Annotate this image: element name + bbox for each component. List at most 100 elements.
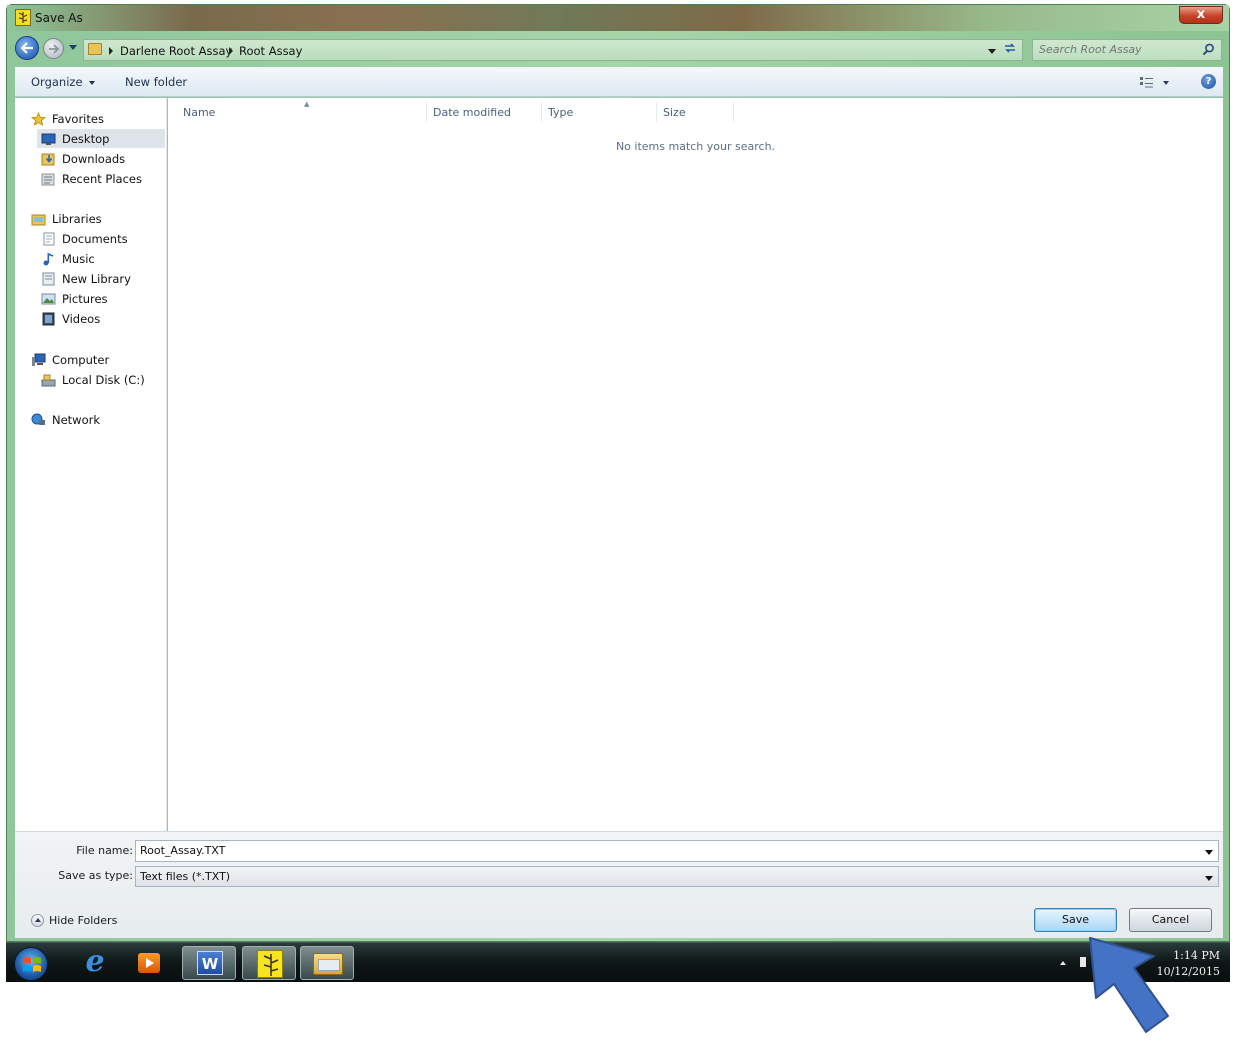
screen: Save As x Darlene Root Assay Root Assay: [0, 0, 1237, 1045]
empty-results-message: No items match your search.: [615, 140, 776, 153]
navigation-row: Darlene Root Assay Root Assay: [7, 33, 1229, 63]
nav-label: Computer: [52, 352, 110, 367]
downloads-icon: [41, 153, 55, 165]
star-icon: [31, 111, 46, 126]
media-player-icon[interactable]: [124, 946, 178, 980]
music-note-icon: [43, 252, 54, 265]
nav-label: Recent Places: [62, 171, 142, 186]
breadcrumb-separator-icon[interactable]: [229, 47, 233, 55]
nav-downloads[interactable]: Downloads: [41, 149, 161, 168]
recent-places-icon: [41, 173, 55, 185]
forward-button[interactable]: [43, 38, 64, 59]
column-header-date-modified[interactable]: Date modified: [433, 106, 511, 119]
word-icon: W: [197, 951, 223, 975]
nav-network[interactable]: Network: [31, 410, 161, 429]
nav-videos[interactable]: Videos: [41, 309, 161, 328]
file-name-input[interactable]: [140, 844, 1190, 857]
save-as-dialog: Save As x Darlene Root Assay Root Assay: [6, 4, 1230, 942]
annotation-arrow-icon: [1089, 937, 1169, 1033]
nav-recent-places[interactable]: Recent Places: [41, 169, 161, 188]
help-button[interactable]: ?: [1201, 74, 1216, 89]
hide-folders-button[interactable]: Hide Folders: [31, 914, 117, 927]
folder-icon: [88, 43, 102, 55]
hard-disk-icon: [41, 374, 56, 386]
documents-icon: [43, 232, 55, 245]
organize-button[interactable]: Organize: [31, 75, 95, 89]
save-button[interactable]: Save: [1034, 908, 1117, 932]
nav-libraries[interactable]: Libraries: [31, 209, 161, 228]
play-icon: [146, 958, 154, 968]
search-icon[interactable]: [1202, 43, 1215, 56]
command-toolbar: Organize New folder ?: [15, 67, 1223, 97]
change-view-button[interactable]: [1139, 75, 1171, 89]
nav-desktop[interactable]: Desktop: [37, 129, 165, 148]
nav-pictures[interactable]: Pictures: [41, 289, 161, 308]
window-title: Save As: [35, 11, 83, 25]
nav-documents[interactable]: Documents: [41, 229, 161, 248]
app-plant-icon: [15, 9, 31, 26]
network-icon: [31, 413, 45, 425]
nav-new-library[interactable]: New Library: [41, 269, 161, 288]
title-bar[interactable]: Save As x: [7, 5, 1229, 31]
app-plant-icon: [257, 950, 283, 978]
column-header-type[interactable]: Type: [548, 106, 573, 119]
chevron-down-icon[interactable]: [1205, 850, 1213, 855]
back-arrow-icon: [20, 42, 33, 54]
recent-pages-dropdown-icon[interactable]: [69, 45, 77, 50]
save-as-type-label: Save as type:: [58, 869, 133, 882]
view-list-icon: [1140, 77, 1169, 88]
refresh-button[interactable]: [1000, 41, 1020, 59]
pictures-icon: [41, 293, 56, 304]
organize-label: Organize: [31, 75, 83, 89]
search-box[interactable]: [1032, 39, 1222, 61]
nav-label: Favorites: [52, 111, 104, 126]
nav-computer[interactable]: Computer: [31, 350, 161, 369]
new-folder-button[interactable]: New folder: [125, 75, 187, 89]
nav-label: Network: [52, 412, 101, 427]
back-button[interactable]: [15, 36, 39, 60]
nav-label: Pictures: [62, 291, 108, 306]
file-list[interactable]: Name ▲ Date modified Type Size No items …: [168, 98, 1223, 831]
desktop-icon: [41, 133, 56, 145]
save-as-type-select[interactable]: Text files (*.TXT): [135, 866, 1219, 887]
column-divider[interactable]: [733, 102, 734, 122]
collapse-up-icon: [31, 914, 44, 927]
nav-label: Videos: [62, 311, 101, 326]
word-taskbar-button[interactable]: W: [182, 946, 236, 980]
root-assay-app-taskbar-button[interactable]: [242, 946, 296, 980]
internet-explorer-icon[interactable]: e: [68, 946, 122, 980]
hide-folders-label: Hide Folders: [49, 914, 118, 927]
nav-music[interactable]: Music: [41, 249, 161, 268]
file-name-combobox[interactable]: [135, 840, 1219, 862]
address-bar[interactable]: Darlene Root Assay Root Assay: [83, 39, 1023, 61]
close-button[interactable]: x: [1179, 6, 1223, 24]
column-header-size[interactable]: Size: [663, 106, 686, 119]
search-input[interactable]: [1039, 43, 1199, 56]
libraries-icon: [31, 214, 46, 225]
chevron-down-icon: [88, 80, 95, 85]
column-divider[interactable]: [426, 102, 427, 122]
file-name-label: File name:: [76, 844, 133, 857]
explorer-taskbar-button[interactable]: [300, 946, 354, 980]
nav-local-disk[interactable]: Local Disk (C:): [41, 370, 161, 389]
breadcrumb-separator-icon[interactable]: [109, 47, 113, 55]
column-header-name[interactable]: Name: [183, 106, 215, 119]
save-options-panel: File name: Save as type: Text files (*.T…: [15, 831, 1223, 938]
chevron-down-icon[interactable]: [1205, 876, 1213, 881]
forward-arrow-icon: [49, 44, 60, 54]
show-hidden-icons-icon[interactable]: [1060, 961, 1066, 965]
address-dropdown-icon[interactable]: [988, 49, 996, 54]
start-button[interactable]: [14, 947, 48, 981]
sort-ascending-icon: ▲: [304, 100, 310, 108]
breadcrumb-darlene-root-assay[interactable]: Darlene Root Assay: [120, 44, 232, 58]
taskbar: e W 1:14 PM 10/12/2015: [6, 942, 1230, 982]
column-divider[interactable]: [656, 102, 657, 122]
breadcrumb-root-assay[interactable]: Root Assay: [239, 44, 302, 58]
nav-favorites[interactable]: Favorites: [31, 109, 161, 128]
save-as-type-value: Text files (*.TXT): [140, 870, 231, 883]
cancel-button[interactable]: Cancel: [1129, 908, 1212, 932]
column-divider[interactable]: [541, 102, 542, 122]
nav-label: New Library: [62, 271, 131, 286]
nav-label: Desktop: [62, 131, 110, 146]
nav-label: Music: [62, 251, 95, 266]
